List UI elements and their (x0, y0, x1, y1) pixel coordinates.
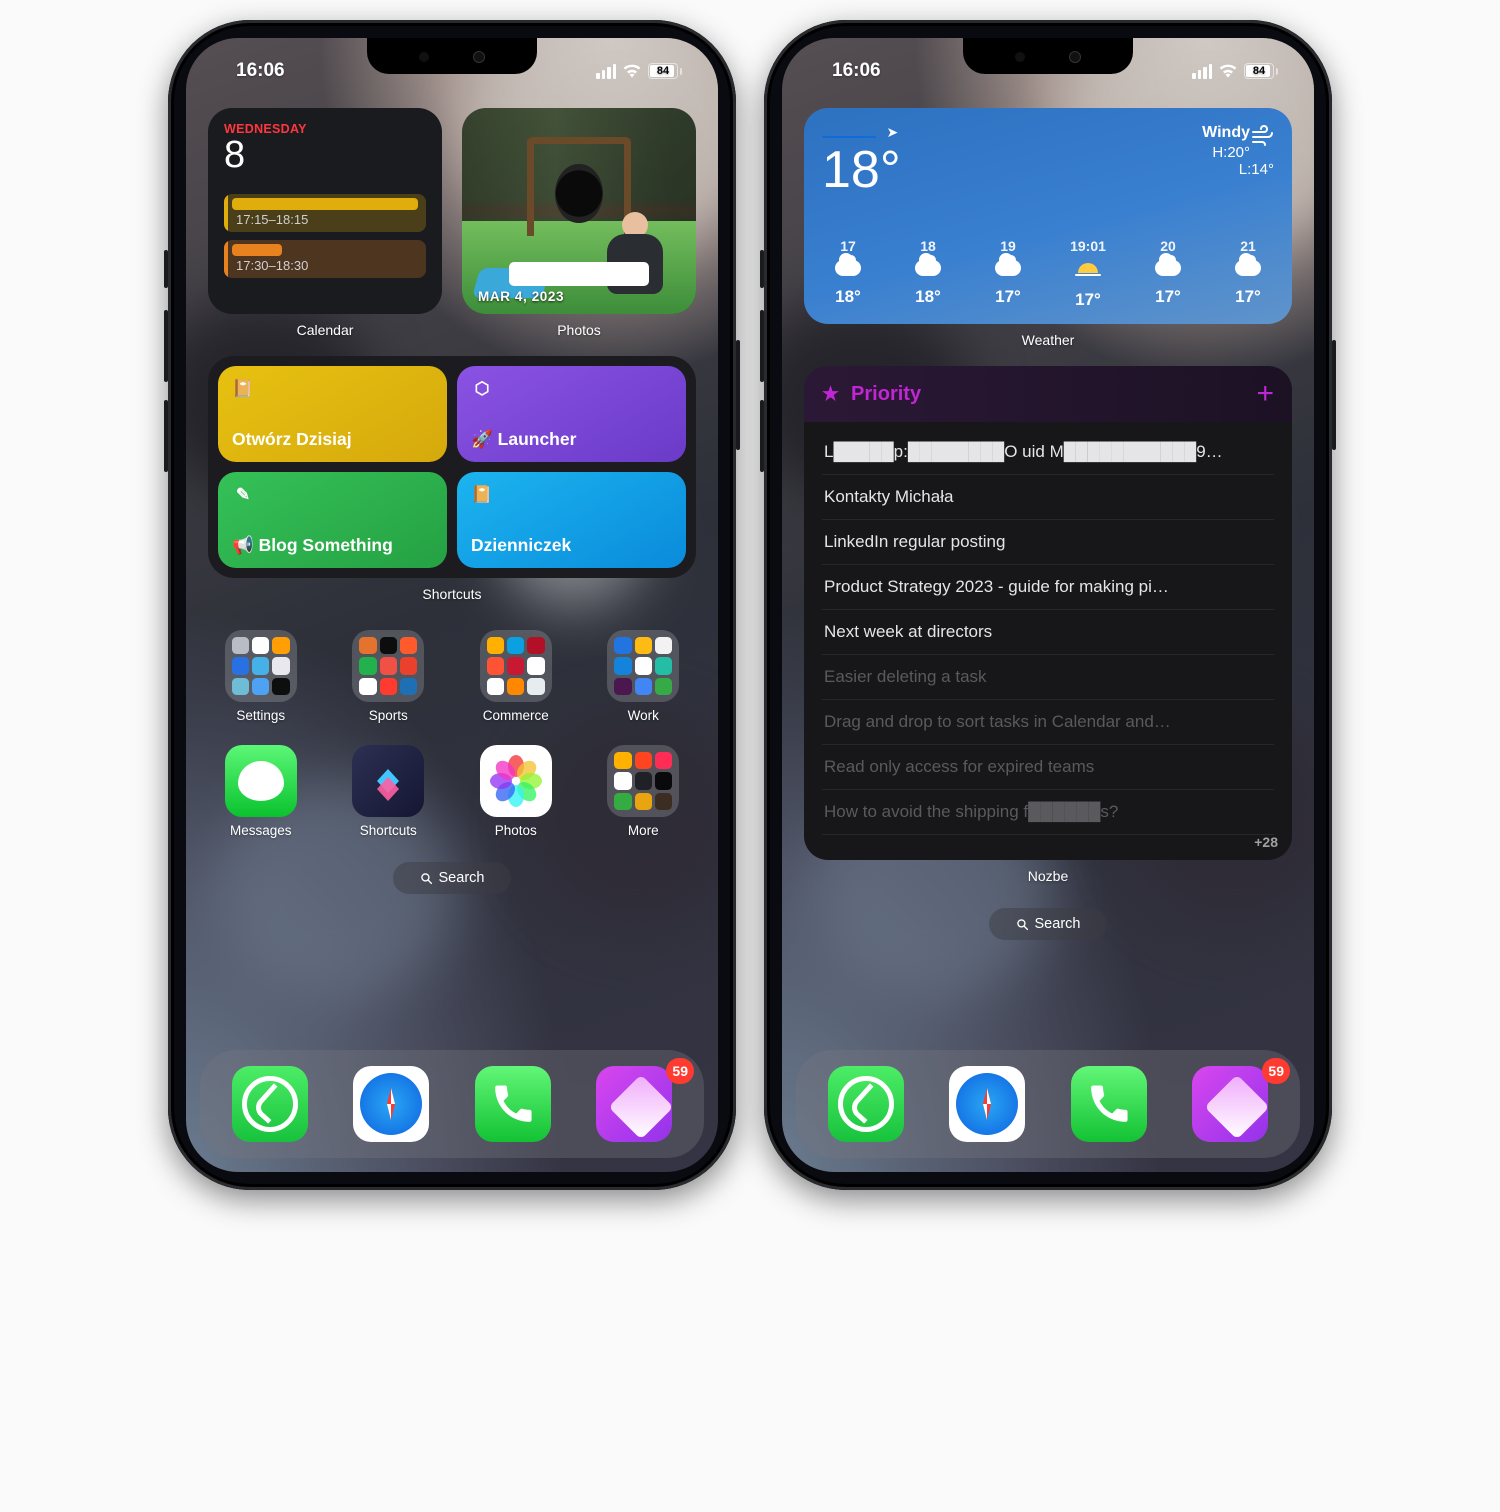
nozbe-task[interactable]: Easier deleting a task (822, 655, 1274, 700)
weather-temp: 18° (822, 144, 901, 196)
photos-widget[interactable]: MAR 4, 2023 (462, 108, 696, 314)
calendar-widget-label: Calendar (208, 322, 442, 338)
calendar-day-number: 8 (224, 136, 426, 174)
weather-location-redacted (822, 136, 876, 138)
calendar-event-2[interactable]: 17:30–18:30 (224, 240, 426, 278)
nozbe-task[interactable]: Kontakty Michała (822, 475, 1274, 520)
messages-app[interactable] (225, 745, 297, 817)
wifi-icon (1218, 63, 1238, 79)
cellular-icon (1192, 64, 1212, 79)
badge: 59 (1262, 1058, 1290, 1084)
whatsapp-app[interactable] (828, 1066, 904, 1142)
weather-hour: 1818° (902, 238, 954, 310)
calendar-day-of-week: WEDNESDAY (224, 122, 426, 136)
shortcuts-widget-label: Shortcuts (208, 586, 696, 602)
shortcut-icon: 📔 (232, 378, 254, 400)
folder-work[interactable] (607, 630, 679, 702)
photos-widget-label: Photos (462, 322, 696, 338)
safari-app[interactable] (353, 1066, 429, 1142)
folder-settings[interactable] (225, 630, 297, 702)
weather-hour: 2117° (1222, 238, 1274, 310)
calendar-widget[interactable]: WEDNESDAY 8 17:15–18:15 17:30–18:30 (208, 108, 442, 314)
nozbe-title: Priority (851, 383, 921, 406)
notch (367, 38, 537, 74)
calendar-event-1[interactable]: 17:15–18:15 (224, 194, 426, 232)
nozbe-task[interactable]: LinkedIn regular posting (822, 520, 1274, 565)
star-icon: ★ (822, 383, 839, 406)
folder-label: Work (628, 708, 659, 723)
shortcut-0[interactable]: 📔 Otwórz Dzisiaj (218, 366, 447, 462)
shortcut-label: 📢 Blog Something (232, 535, 433, 556)
weather-hour: 1917° (982, 238, 1034, 310)
wifi-icon (622, 63, 642, 79)
shortcut-3[interactable]: 📔 Dzienniczek (457, 472, 686, 568)
location-arrow-icon: ➤ (886, 124, 898, 140)
shortcut-label: Dzienniczek (471, 535, 672, 556)
nozbe-task[interactable]: How to avoid the shipping f██████s? (822, 790, 1274, 835)
dock: 59 (796, 1050, 1300, 1158)
folder-commerce[interactable] (480, 630, 552, 702)
search-icon (1016, 918, 1029, 931)
shortcut-label: 🚀 Launcher (471, 429, 672, 450)
nozbe-app[interactable] (596, 1066, 672, 1142)
nozbe-task[interactable]: Read only access for expired teams (822, 745, 1274, 790)
weather-widget[interactable]: ➤ 18° Windy H:20° L:14° 1718° 1818° (804, 108, 1292, 324)
weather-hour: 1718° (822, 238, 874, 310)
spotlight-search[interactable]: Search (989, 908, 1107, 940)
shortcut-2[interactable]: ✎ 📢 Blog Something (218, 472, 447, 568)
search-icon (420, 872, 433, 885)
wind-icon (1250, 124, 1274, 146)
notch (963, 38, 1133, 74)
photos-app[interactable] (480, 745, 552, 817)
folder-label: Sports (369, 708, 408, 723)
badge: 59 (666, 1058, 694, 1084)
shortcut-icon: ⬡ (471, 378, 493, 400)
cellular-icon (596, 64, 616, 79)
shortcut-icon: ✎ (232, 484, 254, 506)
nozbe-widget-label: Nozbe (804, 868, 1292, 884)
phone-app[interactable] (475, 1066, 551, 1142)
nozbe-task[interactable]: Next week at directors (822, 610, 1274, 655)
battery-icon: 84 (1244, 63, 1278, 79)
weather-hour: 2017° (1142, 238, 1194, 310)
folder-sports[interactable] (352, 630, 424, 702)
nozbe-task[interactable]: Product Strategy 2023 - guide for making… (822, 565, 1274, 610)
battery-icon: 84 (648, 63, 682, 79)
safari-app[interactable] (949, 1066, 1025, 1142)
nozbe-more-count[interactable]: +28 (1254, 834, 1278, 850)
shortcut-icon: 📔 (471, 484, 493, 506)
folder-label: Commerce (483, 708, 549, 723)
weather-widget-label: Weather (804, 332, 1292, 348)
folder-more[interactable] (607, 745, 679, 817)
weather-hourly: 1718° 1818° 1917° 19:0117° 2017° 2117° (822, 238, 1274, 310)
whatsapp-app[interactable] (232, 1066, 308, 1142)
phone-app[interactable] (1071, 1066, 1147, 1142)
status-time: 16:06 (218, 60, 285, 82)
phone-left: 16:06 84 WEDNESDAY 8 (168, 20, 736, 1190)
spotlight-search[interactable]: Search (393, 862, 511, 894)
status-time: 16:06 (814, 60, 881, 82)
nozbe-app[interactable] (1192, 1066, 1268, 1142)
nozbe-widget[interactable]: ★ Priority + L█████p:████████O uid M████… (804, 366, 1292, 860)
phone-right: 16:06 84 ➤ 18° (764, 20, 1332, 1190)
weather-hour: 19:0117° (1062, 238, 1114, 310)
photos-widget-date: MAR 4, 2023 (478, 289, 564, 304)
nozbe-task[interactable]: L█████p:████████O uid M███████████9… (822, 430, 1274, 475)
shortcut-1[interactable]: ⬡ 🚀 Launcher (457, 366, 686, 462)
shortcut-label: Otwórz Dzisiaj (232, 429, 433, 450)
folder-label: Settings (236, 708, 285, 723)
dock: 59 (200, 1050, 704, 1158)
nozbe-task[interactable]: Drag and drop to sort tasks in Calendar … (822, 700, 1274, 745)
shortcuts-widget[interactable]: 📔 Otwórz Dzisiaj ⬡ 🚀 Launcher ✎ 📢 Blog S… (208, 356, 696, 578)
shortcuts-app[interactable] (352, 745, 424, 817)
